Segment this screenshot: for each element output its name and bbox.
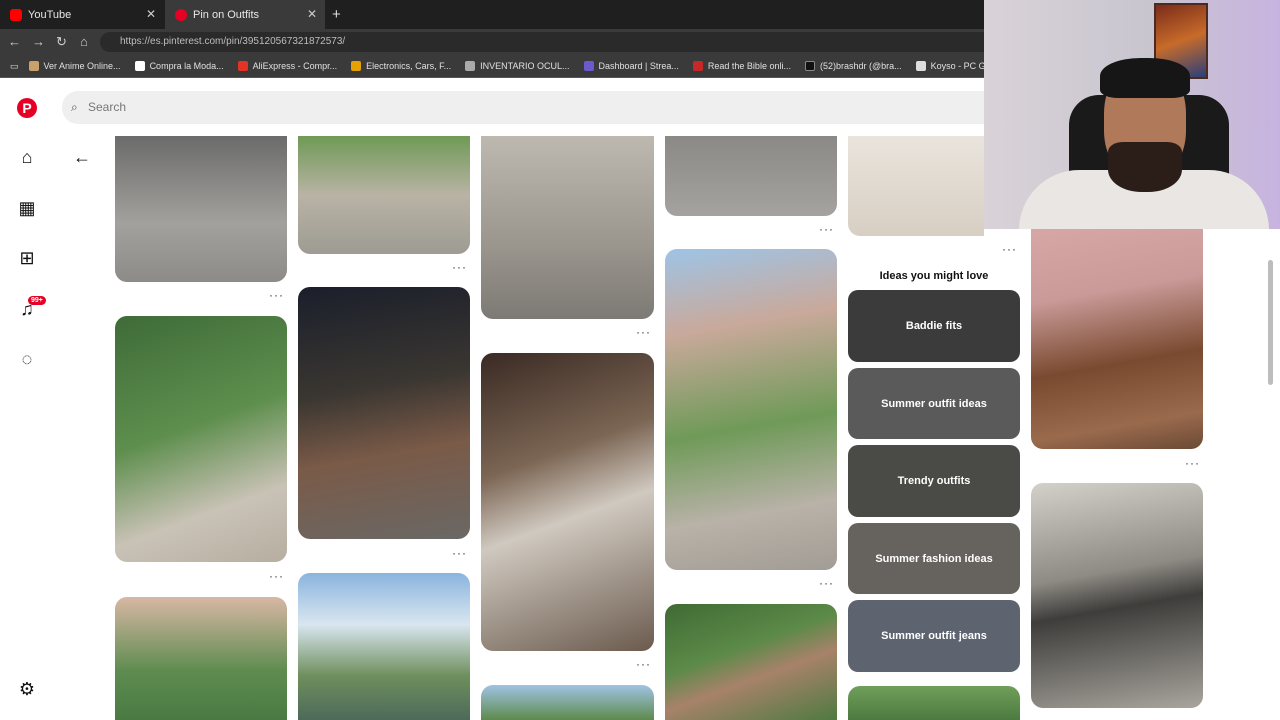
pin-image[interactable] <box>848 136 984 236</box>
bookmarks-menu-icon[interactable]: ▭ <box>10 61 19 72</box>
new-tab-button[interactable]: + <box>332 6 341 23</box>
back-arrow-icon[interactable]: ← <box>8 34 21 49</box>
home-icon[interactable]: ⌂ <box>80 34 88 49</box>
bookmark-favicon-icon <box>237 61 248 71</box>
pin-image[interactable] <box>481 353 654 651</box>
home-icon[interactable]: ⌂ <box>17 147 37 167</box>
idea-summer-outfit-ideas[interactable]: Summer outfit ideas <box>848 368 1020 439</box>
notification-badge: 99+ <box>28 296 46 305</box>
pin-image[interactable] <box>848 686 1020 720</box>
bookmark-item[interactable]: Dashboard | Strea... <box>583 61 679 71</box>
pin-image[interactable] <box>481 136 654 319</box>
tab-pin-on-outfits[interactable]: Pin on Outfits ✕ <box>165 0 325 29</box>
pin-image[interactable] <box>481 685 654 720</box>
tab-youtube[interactable]: YouTube ✕ <box>0 0 164 29</box>
search-icon: ⌕ <box>71 100 78 114</box>
settings-icon[interactable]: ⚙ <box>17 679 37 699</box>
explore-icon[interactable]: ▦ <box>17 198 37 218</box>
bookmark-item[interactable]: Read the Bible onli... <box>692 61 791 71</box>
pin-image[interactable] <box>665 249 837 570</box>
bookmark-item[interactable]: AliExpress - Compr... <box>237 61 337 71</box>
more-options-icon[interactable]: ··· <box>1185 456 1200 470</box>
pin-image[interactable] <box>298 287 470 539</box>
tab-label: YouTube <box>28 8 72 21</box>
person-hair <box>1100 58 1190 98</box>
pin-image[interactable] <box>665 136 837 216</box>
more-options-icon[interactable]: ··· <box>452 546 467 560</box>
close-tab-icon[interactable]: ✕ <box>146 7 156 21</box>
pin-image[interactable] <box>1031 229 1203 449</box>
pin-image[interactable] <box>298 136 470 254</box>
idea-label: Summer outfit jeans <box>881 630 987 642</box>
idea-trendy-outfits[interactable]: Trendy outfits <box>848 445 1020 517</box>
bookmark-item[interactable]: Electronics, Cars, F... <box>351 61 451 71</box>
search-input[interactable]: Search <box>62 91 1062 124</box>
webcam-overlay <box>984 0 1280 229</box>
youtube-icon <box>10 8 22 21</box>
more-options-icon[interactable]: ··· <box>636 657 651 671</box>
bookmark-favicon-icon <box>28 61 39 71</box>
pinterest-icon <box>175 8 187 21</box>
messages-icon[interactable]: ◌ <box>17 349 37 369</box>
bookmark-item[interactable]: (52)brashdr (@bra... <box>804 61 902 71</box>
idea-summer-outfit-jeans[interactable]: Summer outfit jeans <box>848 600 1020 672</box>
url-field[interactable]: https://es.pinterest.com/pin/39512056732… <box>100 32 1000 52</box>
back-button[interactable]: ← <box>73 147 91 168</box>
pinterest-sidebar: P ⌂ ▦ ⊞ ♫ ◌ ⚙ <box>0 78 54 720</box>
ideas-you-might-love-heading: Ideas you might love <box>879 270 989 282</box>
pinterest-logo-icon[interactable]: P <box>17 98 37 118</box>
reload-icon[interactable]: ↻ <box>56 34 67 50</box>
idea-label: Summer outfit ideas <box>881 397 987 410</box>
forward-arrow-icon[interactable]: → <box>32 34 45 49</box>
bookmark-favicon-icon <box>351 61 362 71</box>
pin-image[interactable] <box>115 136 287 282</box>
more-options-icon[interactable]: ··· <box>269 288 284 302</box>
pin-image[interactable] <box>115 316 287 562</box>
idea-label: Baddie fits <box>905 320 963 332</box>
idea-label: Trendy outfits <box>897 475 971 487</box>
more-options-icon[interactable]: ··· <box>819 576 834 590</box>
bookmark-item[interactable]: Ver Anime Online... <box>28 61 121 71</box>
bookmark-favicon-icon <box>134 61 145 71</box>
more-options-icon[interactable]: ··· <box>269 569 284 583</box>
bookmark-item[interactable]: Compra la Moda... <box>134 61 224 71</box>
bookmark-item[interactable]: INVENTARIO OCUL... <box>465 61 570 71</box>
more-options-icon[interactable]: ··· <box>636 325 651 339</box>
bookmark-favicon-icon <box>465 61 476 71</box>
bookmark-favicon-icon <box>583 61 594 71</box>
more-options-icon[interactable]: ··· <box>452 260 467 274</box>
idea-summer-fashion-ideas[interactable]: Summer fashion ideas <box>848 523 1020 594</box>
pin-image[interactable] <box>115 597 287 720</box>
more-options-icon[interactable]: ··· <box>819 222 834 236</box>
pin-image[interactable] <box>665 604 837 720</box>
idea-baddie-fits[interactable]: Baddie fits <box>848 290 1020 362</box>
bookmark-favicon-icon <box>804 61 815 71</box>
bookmark-favicon-icon <box>692 61 703 71</box>
tab-label: Pin on Outfits <box>193 8 260 21</box>
more-options-icon[interactable]: ··· <box>1002 242 1017 256</box>
page-scrollbar[interactable] <box>1268 260 1273 385</box>
pin-image[interactable] <box>1031 483 1203 708</box>
close-tab-icon[interactable]: ✕ <box>307 7 317 21</box>
create-icon[interactable]: ⊞ <box>17 248 37 268</box>
bookmark-favicon-icon <box>915 61 926 71</box>
person-beard <box>1108 142 1182 192</box>
idea-label: Summer fashion ideas <box>875 552 993 565</box>
pin-image[interactable] <box>298 573 470 720</box>
